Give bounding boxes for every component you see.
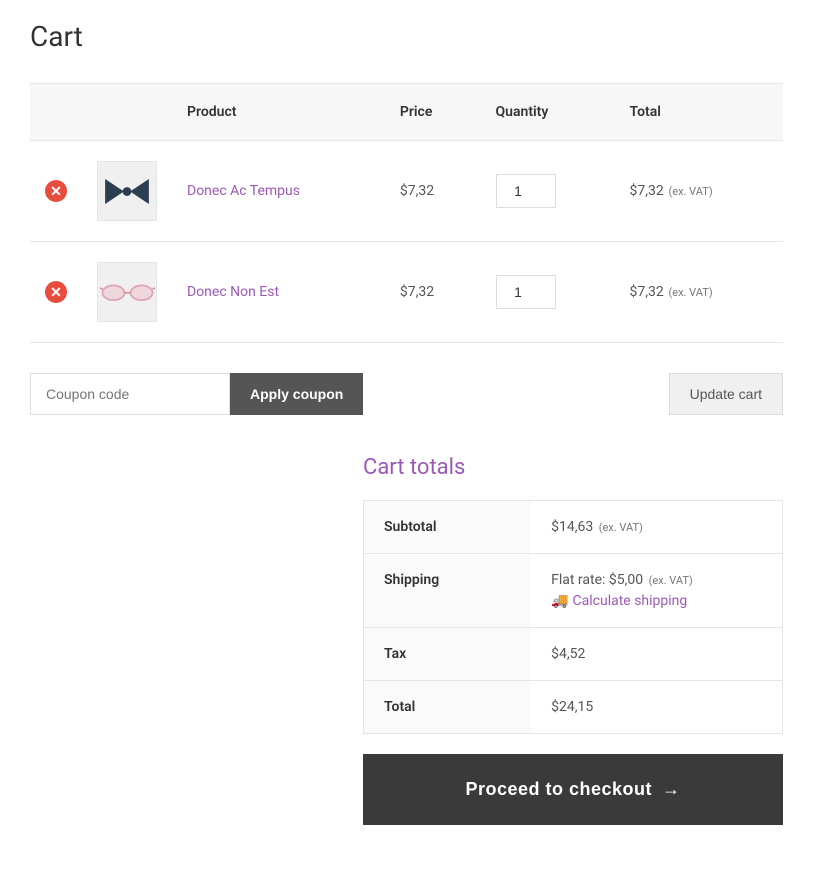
subtotal-label: Subtotal [364, 501, 532, 554]
cart-actions: Apply coupon Update cart [30, 373, 783, 415]
table-row: ✕ Donec Ac Tempus$7,32$7,32 (ex. VAT) [30, 141, 783, 242]
col-header-remove [30, 84, 82, 141]
tax-label: Tax [364, 628, 532, 681]
totals-table: Subtotal $14,63 (ex. VAT) Shipping Flat … [363, 500, 783, 734]
checkout-btn-wrap: Proceed to checkout→ [363, 754, 783, 825]
cart-totals-title: Cart totals [363, 455, 783, 480]
remove-icon: ✕ [45, 180, 67, 202]
cart-totals-section: Cart totals Subtotal $14,63 (ex. VAT) Sh… [30, 455, 783, 825]
product-price: $7,32 [400, 284, 434, 300]
product-total-cell: $7,32 (ex. VAT) [615, 141, 783, 242]
table-row: ✕ Donec Non Est$7,32$7,32 (ex. VAT) [30, 242, 783, 343]
product-price: $7,32 [400, 183, 434, 199]
product-qty-cell [481, 141, 615, 242]
shipping-row: Shipping Flat rate: $5,00 (ex. VAT) 🚚 Ca… [364, 554, 783, 628]
shipping-label: Shipping [364, 554, 532, 628]
proceed-to-checkout-button[interactable]: Proceed to checkout→ [363, 754, 783, 825]
product-name-cell: Donec Ac Tempus [172, 141, 385, 242]
col-header-quantity: Quantity [481, 84, 615, 141]
product-qty-cell [481, 242, 615, 343]
quantity-input[interactable] [496, 275, 556, 309]
shipping-ex-vat: (ex. VAT) [649, 574, 693, 587]
apply-coupon-button[interactable]: Apply coupon [230, 373, 363, 415]
product-price-cell: $7,32 [385, 242, 481, 343]
product-thumbnail [97, 161, 157, 221]
total-ex-vat: (ex. VAT) [666, 185, 713, 198]
subtotal-ex-vat: (ex. VAT) [599, 521, 643, 534]
quantity-input[interactable] [496, 174, 556, 208]
remove-item-button[interactable]: ✕ [45, 281, 67, 303]
shipping-value: Flat rate: $5,00 (ex. VAT) 🚚 Calculate s… [531, 554, 782, 628]
calculate-shipping-link[interactable]: 🚚 Calculate shipping [551, 593, 687, 609]
subtotal-row: Subtotal $14,63 (ex. VAT) [364, 501, 783, 554]
product-link[interactable]: Donec Non Est [187, 284, 279, 300]
total-ex-vat: (ex. VAT) [666, 286, 713, 299]
update-cart-button[interactable]: Update cart [669, 373, 783, 415]
total-label: Total [364, 681, 532, 734]
product-thumbnail [97, 262, 157, 322]
page-title: Cart [30, 20, 783, 53]
remove-item-button[interactable]: ✕ [45, 180, 67, 202]
coupon-input[interactable] [30, 373, 230, 415]
truck-icon: 🚚 [551, 593, 568, 609]
product-link[interactable]: Donec Ac Tempus [187, 183, 300, 199]
product-thumb-cell [82, 242, 172, 343]
col-header-thumb [82, 84, 172, 141]
product-thumb-cell [82, 141, 172, 242]
cart-totals: Cart totals Subtotal $14,63 (ex. VAT) Sh… [363, 455, 783, 825]
total-value: $24,15 [531, 681, 782, 734]
col-header-total: Total [615, 84, 783, 141]
product-price-cell: $7,32 [385, 141, 481, 242]
checkout-arrow-icon: → [662, 779, 681, 799]
total-row: Total $24,15 [364, 681, 783, 734]
coupon-form: Apply coupon [30, 373, 363, 415]
remove-icon: ✕ [45, 281, 67, 303]
product-total: $7,32 [630, 284, 664, 300]
subtotal-value: $14,63 (ex. VAT) [531, 501, 782, 554]
col-header-price: Price [385, 84, 481, 141]
product-name-cell: Donec Non Est [172, 242, 385, 343]
product-total: $7,32 [630, 183, 664, 199]
tax-value: $4,52 [531, 628, 782, 681]
product-total-cell: $7,32 (ex. VAT) [615, 242, 783, 343]
tax-row: Tax $4,52 [364, 628, 783, 681]
cart-table: Product Price Quantity Total ✕ Donec Ac … [30, 83, 783, 343]
col-header-product: Product [172, 84, 385, 141]
